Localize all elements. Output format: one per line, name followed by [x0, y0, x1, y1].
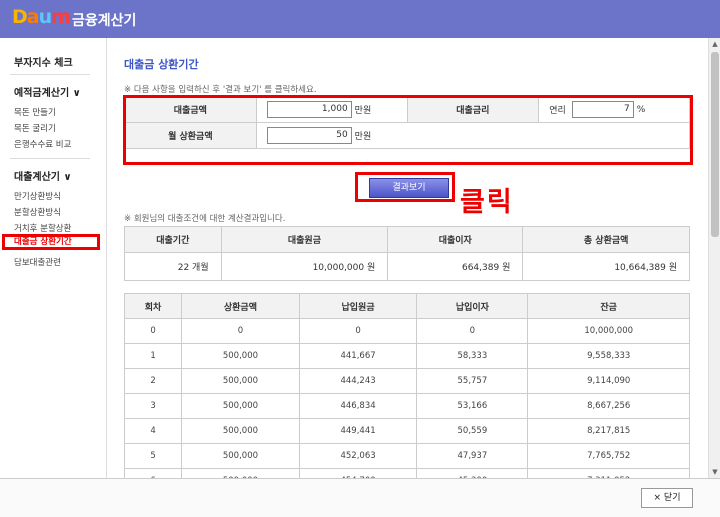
scrollbar[interactable]: ▲ ▼: [708, 38, 720, 478]
app-header: Daum 금융계산기: [0, 0, 720, 38]
table-cell: 53,166: [416, 393, 529, 419]
table-cell: 500,000: [181, 368, 300, 394]
table-cell: 8,667,256: [527, 393, 690, 419]
table-cell: 8,217,815: [527, 418, 690, 444]
summary-period: 22 개월: [124, 252, 222, 281]
table-cell: 0: [298, 318, 418, 344]
table-cell: 6: [123, 468, 183, 478]
daum-logo[interactable]: Daum: [12, 6, 71, 28]
divider: [10, 158, 90, 159]
table-cell: 55,757: [416, 368, 529, 394]
table-cell: 9,558,333: [527, 343, 690, 369]
sidebar-item-mortgage[interactable]: 담보대출관련: [14, 256, 61, 268]
sidebar-savings-head[interactable]: 예적금계산기 ∨: [14, 84, 81, 99]
table-cell: 0: [181, 318, 300, 344]
app-title: 금융계산기: [72, 13, 137, 29]
sidebar-item-grace[interactable]: 거치후 분할상환: [14, 222, 71, 234]
sidebar-item-installment[interactable]: 분할상환방식: [14, 206, 61, 218]
schedule-header-round: 회차: [123, 293, 183, 319]
table-cell: 3: [123, 393, 183, 419]
input-highlight-box: [123, 95, 693, 165]
table-cell: 50,559: [416, 418, 529, 444]
sidebar-item-bank-fee[interactable]: 은행수수료 비교: [14, 138, 71, 150]
schedule-body: 0 0 0 0 10,000,000 1 500,000 441,667 58,333 9,558…: [123, 318, 690, 478]
scroll-up-icon[interactable]: ▲: [709, 38, 720, 50]
table-cell: 500,000: [181, 393, 300, 419]
summary-principal: 10,000,000 원: [220, 252, 389, 281]
table-cell: 0: [123, 318, 183, 344]
table-cell: 0: [416, 318, 529, 344]
sidebar-check[interactable]: 부자지수 체크: [14, 54, 73, 69]
table-cell: 1: [123, 343, 183, 369]
table-cell: 444,243: [298, 368, 418, 394]
table-cell: 7,311,052: [527, 468, 690, 478]
button-highlight-box: [355, 172, 455, 202]
close-button[interactable]: × 닫기: [641, 488, 693, 508]
table-cell: 500,000: [181, 343, 300, 369]
table-cell: 449,441: [298, 418, 418, 444]
result-notice: ※ 회원님의 대출조건에 대한 계산결과입니다.: [124, 214, 286, 224]
scroll-down-icon[interactable]: ▼: [709, 466, 720, 478]
table-cell: 2: [123, 368, 183, 394]
table-row: 0 0 0 0 10,000,000: [123, 318, 690, 344]
table-row: 4 500,000 449,441 50,559 8,217,815: [123, 418, 690, 444]
summary-header-principal: 대출원금: [220, 226, 389, 253]
sidebar-item-maturity[interactable]: 만기상환방식: [14, 190, 61, 202]
page-title: 대출금 상환기간: [124, 58, 199, 71]
summary-table: 대출기간 대출원금 대출이자 총 상환금액 22 개월 10,000,000 원…: [124, 226, 690, 281]
sidebar-loan-head[interactable]: 대출계산기 ∨: [14, 168, 72, 183]
table-cell: 9,114,090: [527, 368, 690, 394]
input-notice: ※ 다음 사항을 입력하신 후 '결과 보기' 를 클릭하세요.: [124, 85, 317, 95]
scroll-thumb[interactable]: [711, 52, 719, 237]
table-cell: 58,333: [416, 343, 529, 369]
sidebar-item-lump-sum[interactable]: 목돈 만들기: [14, 106, 56, 118]
table-row: 5 500,000 452,063 47,937 7,765,752: [123, 443, 690, 469]
table-cell: 4: [123, 418, 183, 444]
footer: × 닫기: [0, 478, 720, 517]
table-cell: 454,700: [298, 468, 418, 478]
summary-interest: 664,389 원: [387, 252, 524, 281]
table-cell: 10,000,000: [527, 318, 690, 344]
table-cell: 7,765,752: [527, 443, 690, 469]
table-cell: 452,063: [298, 443, 418, 469]
summary-header-total: 총 상환금액: [522, 226, 690, 253]
summary-header-period: 대출기간: [124, 226, 222, 253]
click-annotation: 클릭: [460, 187, 514, 218]
table-cell: 441,667: [298, 343, 418, 369]
table-cell: 500,000: [181, 443, 300, 469]
table-row: 2 500,000 444,243 55,757 9,114,090: [123, 368, 690, 394]
table-cell: 500,000: [181, 418, 300, 444]
sidebar-item-repayment-period[interactable]: 대출금 상환기간: [2, 234, 100, 250]
table-row: 1 500,000 441,667 58,333 9,558,333: [123, 343, 690, 369]
schedule-header-principal: 납입원금: [298, 293, 418, 319]
schedule-header-balance: 잔금: [527, 293, 690, 319]
sidebar: 부자지수 체크 예적금계산기 ∨ 목돈 만들기 목돈 굴리기 은행수수료 비교 …: [0, 38, 107, 478]
table-cell: 500,000: [181, 468, 300, 478]
table-cell: 47,937: [416, 443, 529, 469]
schedule-header-payment: 상환금액: [181, 293, 300, 319]
schedule-table: 회차 상환금액 납입원금 납입이자 잔금 0 0 0 0 10,000,000 1 500,…: [123, 293, 690, 478]
table-cell: 446,834: [298, 393, 418, 419]
table-cell: 5: [123, 443, 183, 469]
divider: [10, 74, 90, 75]
summary-header-interest: 대출이자: [387, 226, 524, 253]
schedule-header-interest: 납입이자: [416, 293, 529, 319]
table-row: 3 500,000 446,834 53,166 8,667,256: [123, 393, 690, 419]
table-row: 6500,000454,70045,3007,311,052: [123, 468, 690, 478]
table-cell: 45,300: [416, 468, 529, 478]
summary-total: 10,664,389 원: [522, 252, 690, 281]
sidebar-item-grow[interactable]: 목돈 굴리기: [14, 122, 56, 134]
